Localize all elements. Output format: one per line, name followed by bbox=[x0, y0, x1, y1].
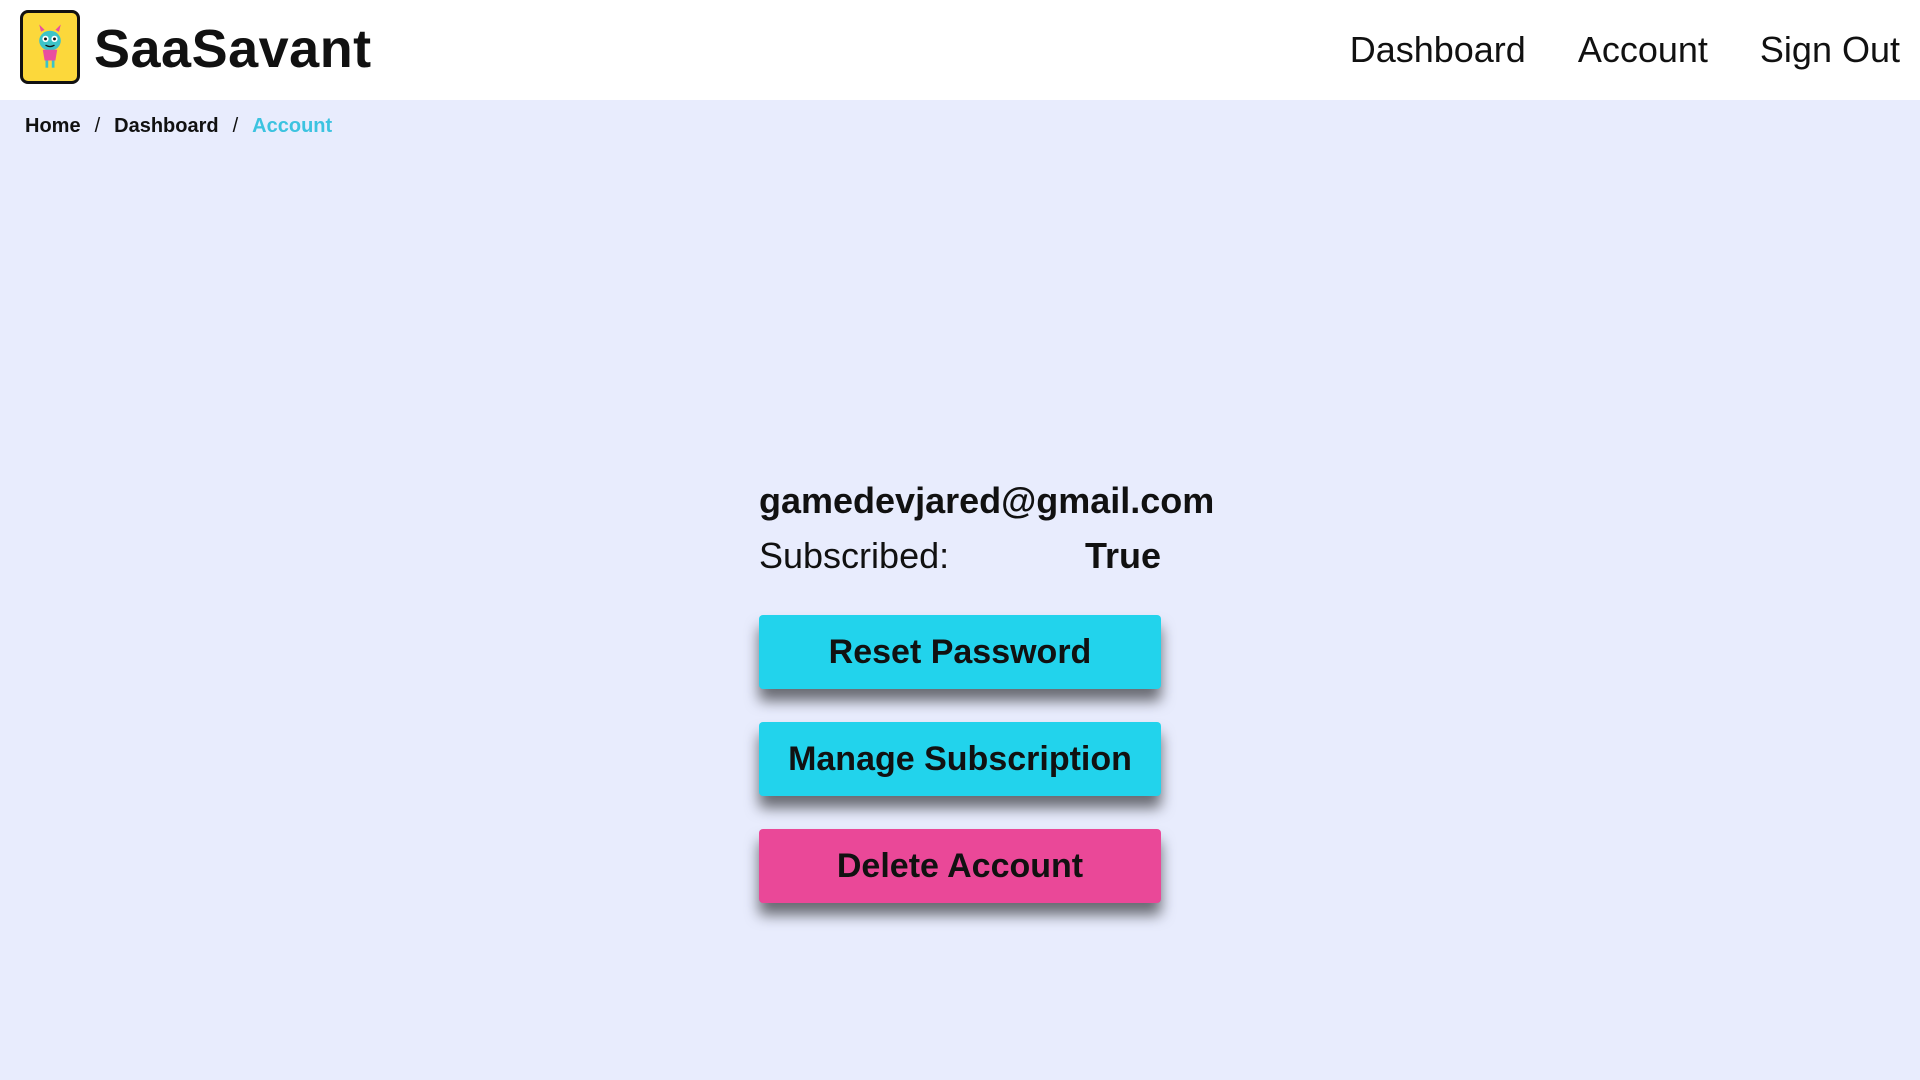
delete-account-button[interactable]: Delete Account bbox=[759, 829, 1161, 903]
monster-mascot-icon[interactable] bbox=[20, 10, 80, 84]
brand-name[interactable]: SaaSavant bbox=[94, 14, 372, 84]
manage-subscription-button[interactable]: Manage Subscription bbox=[759, 722, 1161, 796]
main-nav: Dashboard Account Sign Out bbox=[1350, 20, 1900, 80]
subscribed-label: Subscribed: bbox=[759, 535, 950, 576]
account-panel: gamedevjared@gmail.com Subscribed: True … bbox=[759, 475, 1215, 903]
nav-link-sign-out[interactable]: Sign Out bbox=[1760, 20, 1900, 80]
breadcrumb: Home / Dashboard / Account bbox=[25, 112, 332, 140]
breadcrumb-home[interactable]: Home bbox=[25, 112, 81, 140]
nav-link-dashboard[interactable]: Dashboard bbox=[1350, 20, 1526, 80]
nav-link-account[interactable]: Account bbox=[1578, 20, 1708, 80]
subscription-status: Subscribed: True bbox=[759, 531, 1161, 581]
reset-password-button[interactable]: Reset Password bbox=[759, 615, 1161, 689]
top-header: SaaSavant Dashboard Account Sign Out bbox=[0, 0, 1920, 100]
breadcrumb-dashboard[interactable]: Dashboard bbox=[114, 112, 218, 140]
breadcrumb-separator: / bbox=[94, 115, 101, 137]
breadcrumb-separator: / bbox=[232, 115, 239, 137]
breadcrumb-current: Account bbox=[252, 115, 333, 137]
account-email: gamedevjared@gmail.com bbox=[759, 480, 1215, 521]
subscribed-value: True bbox=[1084, 535, 1161, 576]
